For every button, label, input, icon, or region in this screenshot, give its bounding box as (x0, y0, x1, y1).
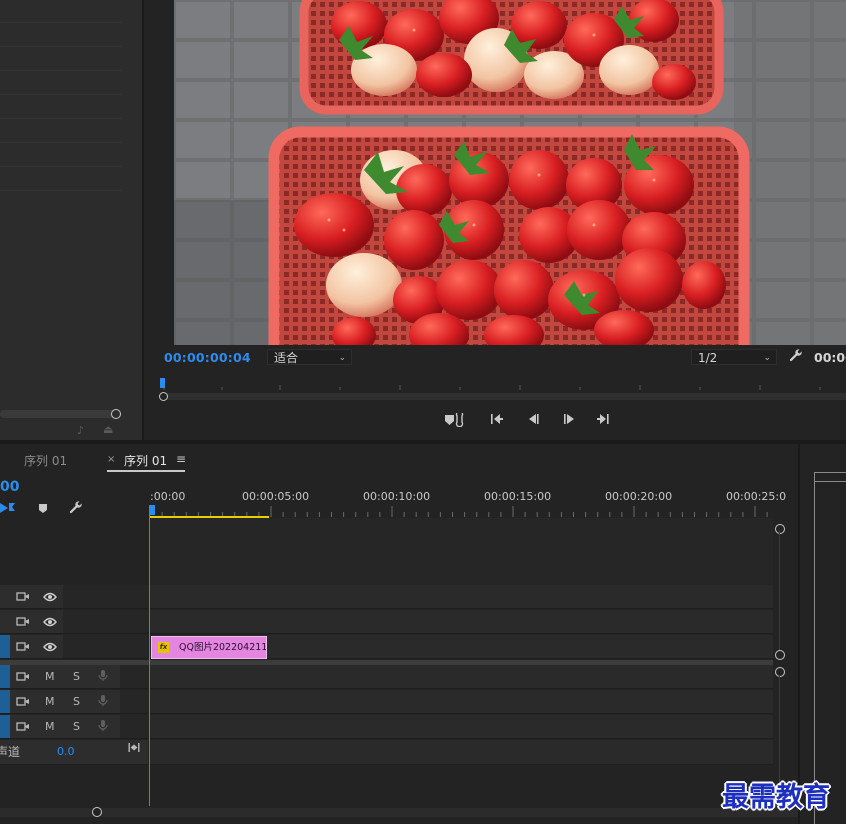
video-track-1-target[interactable] (0, 635, 10, 658)
strawberry-baskets-image (174, 0, 846, 345)
solo-button[interactable]: S (73, 695, 80, 708)
panel-divider[interactable] (0, 440, 846, 444)
tab-sequence-01-source[interactable]: 序列 01 (24, 452, 67, 469)
mute-button[interactable]: M (45, 670, 55, 683)
ruler-label: 00:00:15:00 (484, 490, 552, 503)
master-volume-value[interactable]: 0.0 (57, 745, 75, 758)
sync-lock-icon[interactable] (16, 721, 30, 735)
source-zoom-handle[interactable] (111, 409, 121, 419)
source-panel (0, 0, 142, 440)
panel-divider[interactable] (798, 444, 800, 824)
audio-meter (814, 472, 846, 824)
master-track-lane (150, 740, 773, 765)
fit-dropdown[interactable]: 适合 ⌄ (267, 349, 352, 365)
menu-icon[interactable]: ≡ (176, 452, 186, 466)
audio-track-3-target[interactable] (0, 715, 10, 738)
video-track-2-header-fill (63, 610, 148, 634)
solo-button[interactable]: S (73, 670, 80, 683)
microphone-icon[interactable] (98, 694, 108, 710)
panel-divider[interactable] (142, 0, 144, 440)
step-back-icon[interactable] (527, 413, 541, 428)
go-to-in-icon[interactable] (490, 413, 504, 428)
ruler-label: 00:00:20:00 (605, 490, 673, 503)
video-track-1-header-fill (63, 635, 148, 659)
source-scrollbar[interactable] (0, 410, 120, 418)
video-clip[interactable]: fx QQ图片202204211 (151, 636, 267, 659)
eye-icon[interactable] (43, 617, 57, 630)
microphone-icon[interactable] (98, 719, 108, 735)
watermark-logo: 最需教育 (722, 782, 830, 813)
step-forward-icon[interactable] (562, 413, 576, 428)
ruler-label: :00:00 (150, 490, 186, 503)
audio-track-2-lane[interactable] (150, 690, 773, 714)
fit-dropdown-value: 适合 (274, 351, 299, 365)
mute-button[interactable]: M (45, 720, 55, 733)
solo-button[interactable]: S (73, 720, 80, 733)
program-duration: 00:00 (814, 350, 846, 365)
tab-sequence-01[interactable]: 序列 01 (124, 452, 167, 469)
go-to-next-edit-icon[interactable] (128, 742, 140, 756)
audio-track-1-header-fill (120, 665, 148, 689)
program-timecode[interactable]: 00:00:00:04 (164, 350, 251, 365)
audio-track-3-lane[interactable] (150, 715, 773, 739)
close-icon[interactable]: × (107, 454, 115, 465)
track-header-spacer (0, 518, 148, 585)
timeline-zoom-handle[interactable] (92, 807, 102, 817)
active-tab-indicator (107, 470, 185, 472)
video-track-3-lane[interactable] (150, 585, 773, 609)
add-marker-icon[interactable] (38, 503, 48, 517)
audio-track-1-lane[interactable] (150, 665, 773, 689)
ruler-label: 00:00:10:00 (363, 490, 431, 503)
eye-icon[interactable] (43, 642, 57, 655)
add-marker-icon[interactable] (444, 410, 466, 430)
program-zoom-handle[interactable] (159, 392, 168, 401)
video-track-zoom-handle-bottom[interactable] (775, 650, 785, 660)
audio-track-zoom-handle[interactable] (775, 667, 785, 677)
export-frame-icon[interactable]: ⏏ (103, 423, 113, 436)
video-track-zoom-handle-top[interactable] (775, 524, 785, 534)
mute-button[interactable]: M (45, 695, 55, 708)
audio-track-1-target[interactable] (0, 665, 10, 688)
video-vertical-scrollbar[interactable] (779, 530, 780, 650)
sync-lock-icon[interactable] (16, 696, 30, 710)
fx-badge-icon: fx (158, 642, 169, 653)
playhead-line[interactable] (149, 514, 150, 806)
program-zoom-scrollbar[interactable] (160, 393, 846, 400)
go-to-out-icon[interactable] (596, 413, 610, 428)
chevron-down-icon: ⌄ (763, 353, 771, 363)
resolution-dropdown[interactable]: 1/2 ⌄ (691, 349, 777, 365)
master-track-label: 声道 (0, 745, 21, 759)
timeline-horizontal-scrollbar[interactable] (0, 808, 798, 817)
audio-track-3-header-fill (120, 715, 148, 739)
sync-lock-icon[interactable] (16, 671, 30, 685)
sync-lock-icon[interactable] (16, 591, 30, 605)
eye-icon[interactable] (43, 592, 57, 605)
empty-lane-area (150, 765, 773, 806)
microphone-icon[interactable] (98, 669, 108, 685)
timeline-timecode[interactable]: 00 (0, 479, 19, 495)
video-preview (174, 0, 846, 345)
snap-icon[interactable] (0, 501, 18, 518)
chevron-down-icon: ⌄ (338, 353, 346, 363)
clip-name: QQ图片202204211 (179, 642, 267, 653)
sync-lock-icon[interactable] (16, 616, 30, 630)
wrench-icon[interactable] (789, 349, 803, 367)
ruler-label: 00:00:25:0 (726, 490, 787, 503)
program-mini-ruler[interactable] (160, 375, 846, 391)
sync-lock-icon[interactable] (16, 641, 30, 655)
audio-meter-divider (814, 481, 846, 482)
wrench-icon[interactable] (69, 501, 83, 518)
video-track-2-lane[interactable] (150, 610, 773, 634)
audio-track-2-target[interactable] (0, 690, 10, 713)
track-lane-spacer (150, 518, 773, 585)
ruler-label: 00:00:05:00 (242, 490, 310, 503)
resolution-dropdown-value: 1/2 (698, 351, 718, 365)
audio-track-2-header-fill (120, 690, 148, 714)
video-track-3-header-fill (63, 585, 148, 609)
insert-audio-icon[interactable]: ♪ (77, 424, 84, 437)
